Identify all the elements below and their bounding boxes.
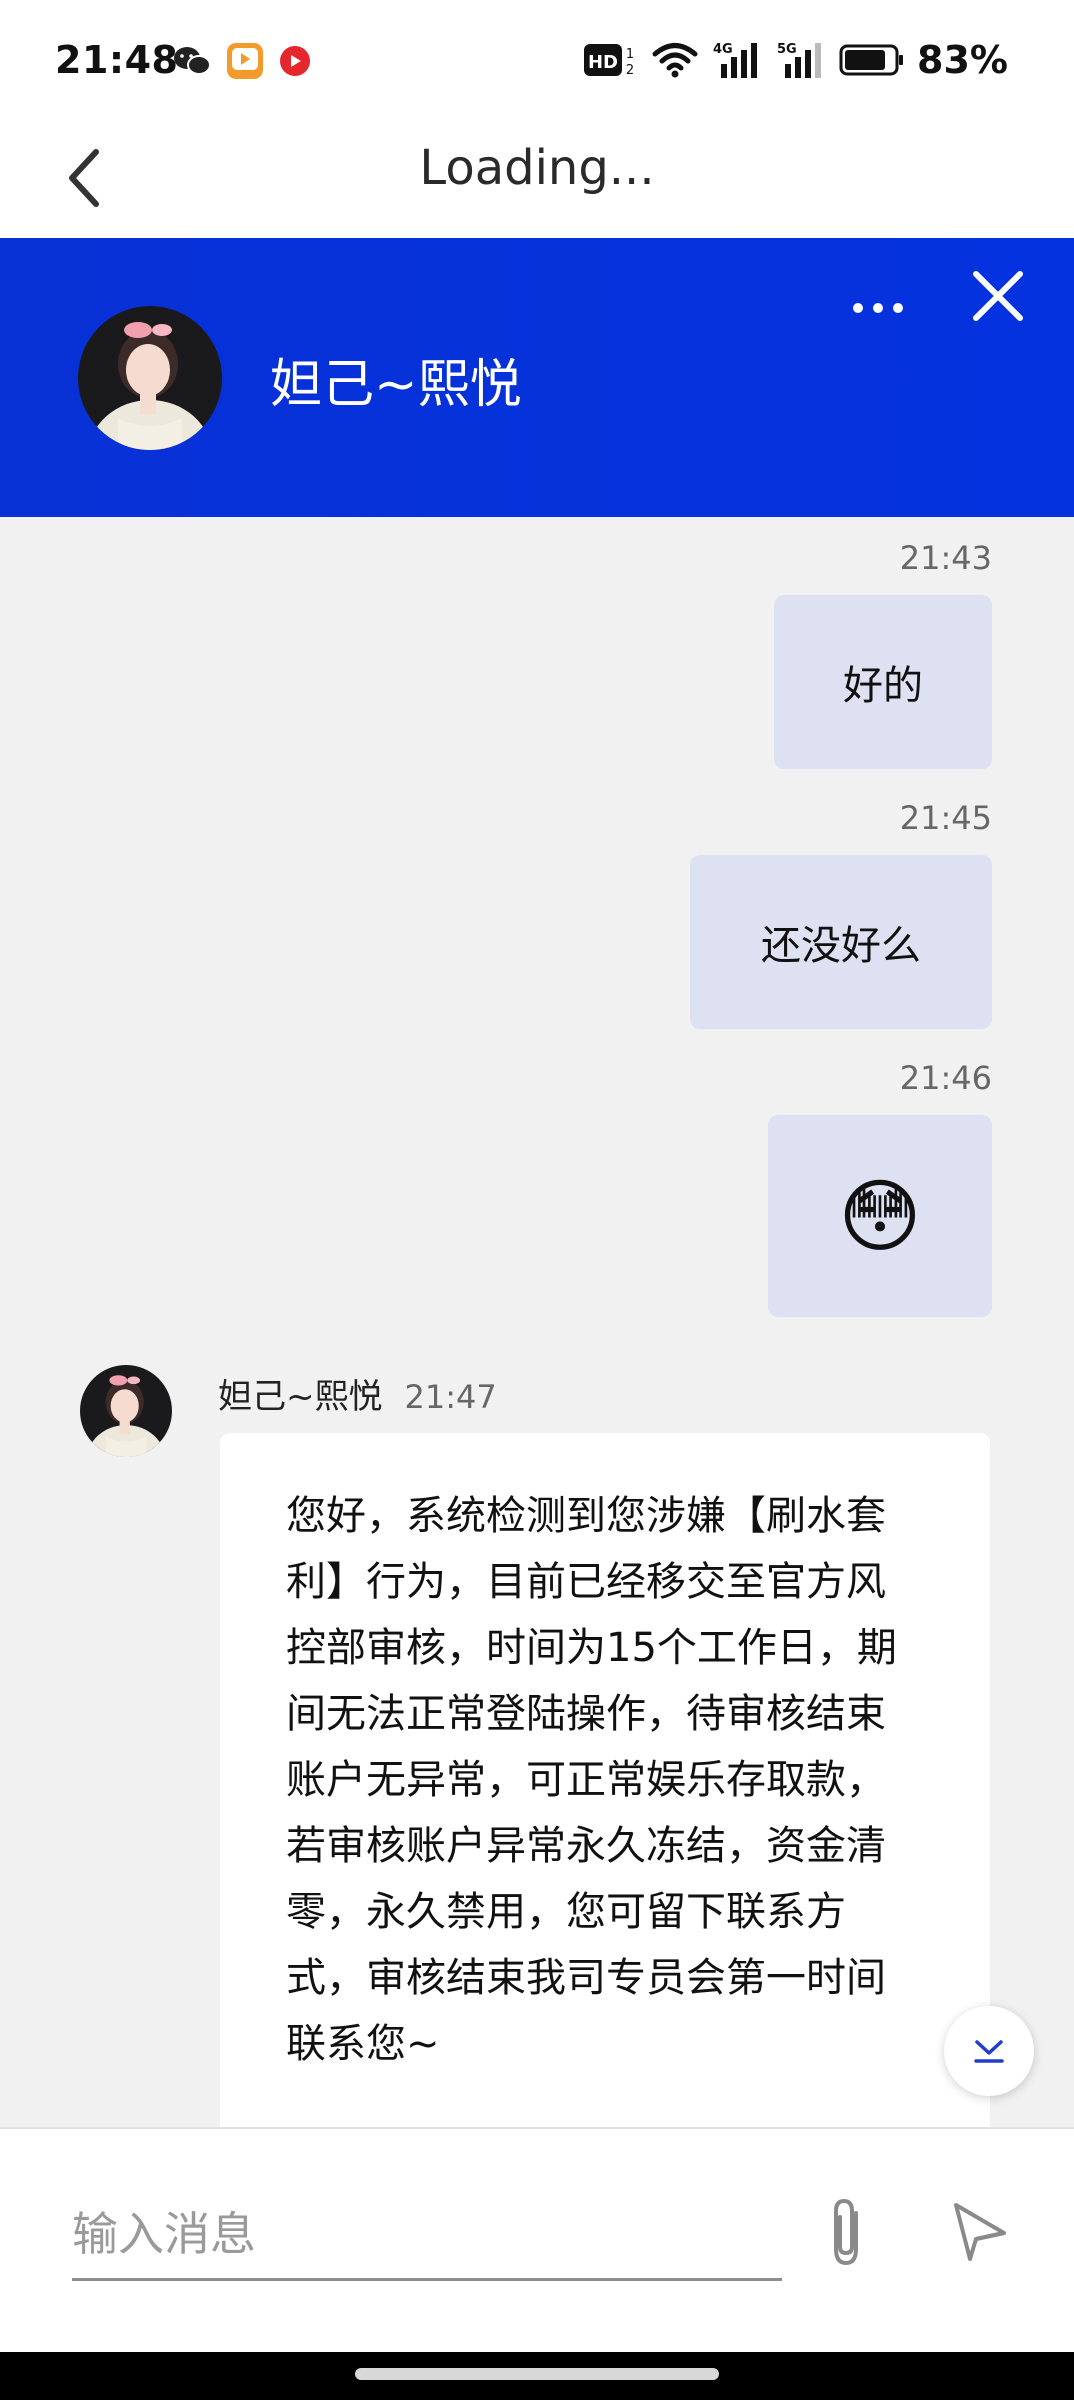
message-timestamp: 21:45 [899, 799, 992, 837]
avatar[interactable] [80, 1365, 172, 1457]
video-app-icon [227, 43, 263, 79]
hd-icon: HD 1 2 [584, 44, 634, 78]
more-icon[interactable] [850, 288, 906, 328]
close-icon[interactable] [970, 268, 1026, 324]
avatar[interactable] [78, 306, 222, 450]
message-text: 好的 [843, 663, 923, 709]
message-line: 若审核账户异常永久冻结，资金清 [286, 1823, 886, 1869]
message-timestamp: 21:43 [899, 539, 992, 577]
sender-name: 妲己~熙悦 [218, 1377, 383, 1417]
message-line: 账户无异常，可正常娱乐存取款， [286, 1757, 886, 1803]
notification-icons [172, 42, 312, 80]
wifi-icon [652, 43, 698, 78]
incoming-message-meta: 妲己~熙悦 21:47 [218, 1369, 497, 1418]
message-list[interactable]: 21:43 好的 21:45 还没好么 21:46 😳 妲己~熙悦 21:47 您… [0, 517, 1074, 2127]
battery-icon [839, 44, 904, 76]
page-title: Loading... [419, 140, 655, 196]
outgoing-message[interactable]: 还没好么 [690, 855, 992, 1029]
avatar-image [80, 1365, 172, 1457]
message-line: 式，审核结束我司专员会第一时间 [286, 1955, 886, 2001]
message-line: 利】行为，目前已经移交至官方风 [286, 1559, 886, 1605]
svg-text:2: 2 [626, 63, 634, 78]
wechat-icon [174, 47, 211, 75]
home-gesture-handle[interactable] [355, 2368, 719, 2380]
scroll-down-icon [974, 2040, 1004, 2063]
send-icon[interactable] [950, 2199, 1010, 2263]
svg-text:HD: HD [588, 52, 618, 73]
message-timestamp: 21:46 [899, 1059, 992, 1097]
svg-text:1: 1 [626, 47, 634, 62]
composer-bar [0, 2127, 1074, 2352]
avatar-image [78, 306, 222, 450]
system-status: HD 1 2 4G 5G 83% [583, 38, 1008, 82]
message-line: 零，永久禁用，您可留下联系方 [286, 1889, 846, 1935]
status-bar: 21:48 HD 1 2 4G 5G 83% [0, 0, 1074, 120]
network-4g-label: 4G [713, 42, 733, 57]
message-line: 间无法正常登陆操作，待审核结束 [286, 1691, 886, 1737]
attachment-icon[interactable] [820, 2195, 876, 2271]
outgoing-message[interactable]: 😳 [768, 1115, 992, 1317]
message-input[interactable] [72, 2189, 782, 2281]
outgoing-message[interactable]: 好的 [774, 595, 992, 769]
flushed-emoji: 😳 [838, 1169, 922, 1263]
system-nav-bar [0, 2352, 1074, 2400]
title-bar: Loading... [0, 120, 1074, 238]
signal-icon: 4G [713, 42, 758, 78]
status-time: 21:48 [55, 38, 179, 82]
battery-percent: 83% [917, 38, 1008, 82]
scroll-to-bottom-button[interactable] [944, 2006, 1034, 2096]
message-text: 还没好么 [761, 923, 921, 969]
record-app-icon [280, 46, 310, 76]
message-line: 联系您~ [286, 2021, 440, 2067]
network-5g-label: 5G [777, 42, 797, 57]
message-line: 您好，系统检测到您涉嫌【刷水套 [286, 1493, 886, 1539]
incoming-message[interactable]: 您好，系统检测到您涉嫌【刷水套 利】行为，目前已经移交至官方风 控部审核，时间为… [220, 1433, 990, 2127]
message-timestamp: 21:47 [404, 1378, 497, 1416]
signal-icon: 5G [777, 42, 822, 78]
chat-header: 妲己~熙悦 [0, 238, 1074, 517]
contact-name: 妲己~熙悦 [270, 355, 522, 415]
message-line: 控部审核，时间为15个工作日，期 [286, 1625, 897, 1671]
